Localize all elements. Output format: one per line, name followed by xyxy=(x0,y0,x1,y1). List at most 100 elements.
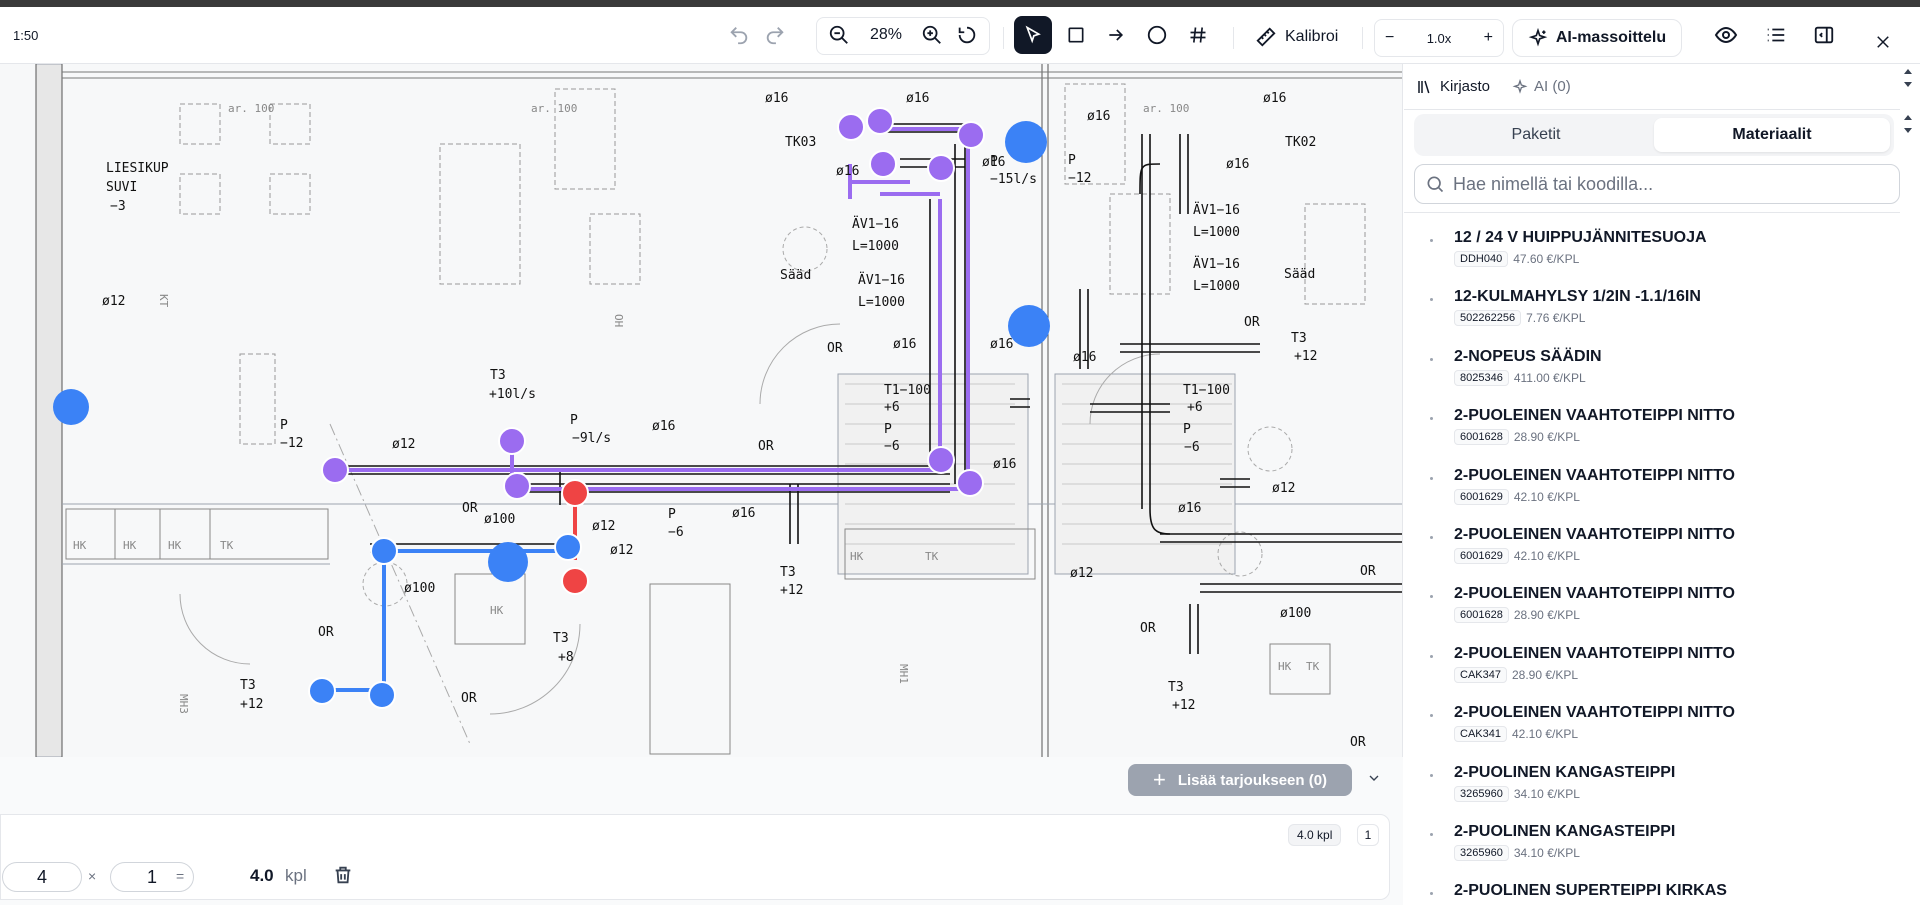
material-list-item[interactable]: 12 / 24 V HUIPPUJÄNNITESUOJA DDH040 47.60 … xyxy=(1404,213,1900,272)
svg-text:P: P xyxy=(990,154,998,169)
material-code: DDH040 xyxy=(1454,251,1509,267)
bullet xyxy=(1430,773,1433,777)
svg-text:ø100: ø100 xyxy=(1280,606,1311,621)
close-icon[interactable] xyxy=(1874,33,1892,56)
material-list-item[interactable]: 2-NOPEUS SÄÄDIN 8025346 411.00 €/KPL xyxy=(1404,332,1900,391)
material-name: 2-NOPEUS SÄÄDIN xyxy=(1454,347,1602,365)
svg-text:Sääd: Sääd xyxy=(780,268,811,283)
pointer-icon[interactable] xyxy=(1014,16,1052,54)
material-list-item[interactable]: 12-KULMAHYLSY 1/2IN -1.1/16IN 502262256 7.… xyxy=(1404,272,1900,331)
svg-text:HK: HK xyxy=(1278,660,1292,673)
material-list-item[interactable]: 2-PUOLINEN SUPERTEIPPI KIRKAS xyxy=(1404,866,1900,905)
calibrate-button[interactable]: Kalibroi xyxy=(1255,22,1338,52)
bullet xyxy=(1430,595,1433,599)
chevron-down-icon[interactable] xyxy=(1366,770,1382,791)
ai-takeoff-button[interactable]: AI-massoittelu xyxy=(1512,19,1682,57)
material-code: 8025346 xyxy=(1454,369,1509,386)
material-list-item[interactable]: 2-PUOLEINEN VAAHTOTEIPPI NITTO 6001628 28.… xyxy=(1404,569,1900,628)
svg-text:ÄV1−16: ÄV1−16 xyxy=(852,216,899,232)
scroll-arrows[interactable] xyxy=(1896,64,1920,144)
sparkle-icon xyxy=(1512,78,1528,94)
list-icon[interactable] xyxy=(1760,17,1792,53)
svg-text:ar. 100: ar. 100 xyxy=(1143,102,1189,115)
segment-packages[interactable]: Paketit xyxy=(1418,118,1654,152)
material-meta: 3265960 34.10 €/KPL xyxy=(1454,785,1580,802)
tab-ai-label: AI (0) xyxy=(1534,78,1571,95)
material-list-item[interactable]: 2-PUOLEINEN VAAHTOTEIPPI NITTO 6001628 28.… xyxy=(1404,391,1900,450)
material-list: 12 / 24 V HUIPPUJÄNNITESUOJA DDH040 47.60 … xyxy=(1404,212,1900,905)
material-name: 12-KULMAHYLSY 1/2IN -1.1/16IN xyxy=(1454,288,1701,306)
svg-text:T3: T3 xyxy=(553,631,569,646)
zoom-out-icon[interactable] xyxy=(824,17,854,53)
redo-icon[interactable] xyxy=(760,17,790,53)
svg-text:ÄV1−16: ÄV1−16 xyxy=(858,272,905,288)
bullet xyxy=(1430,476,1433,480)
ruler-icon xyxy=(1256,27,1276,47)
svg-text:HK: HK xyxy=(490,604,504,617)
svg-text:L=1000: L=1000 xyxy=(1193,225,1240,240)
drawing-canvas[interactable]: LIESIKUP SUVI −3 ø12 T3 +10l/s P −9l/s P… xyxy=(0,64,1403,757)
quantity-input[interactable]: 4 xyxy=(2,862,82,892)
material-list-item[interactable]: 2-PUOLEINEN VAAHTOTEIPPI NITTO CAK347 28.9… xyxy=(1404,629,1900,688)
material-price: 42.10 €/KPL xyxy=(1513,489,1580,504)
material-list-item[interactable]: 2-PUOLINEN KANGASTEIPPI 3265960 34.10 €/KP… xyxy=(1404,807,1900,866)
eye-icon[interactable] xyxy=(1710,17,1742,53)
search-icon xyxy=(1427,176,1444,193)
search-placeholder: Hae nimellä tai koodilla... xyxy=(1453,173,1654,194)
svg-text:P: P xyxy=(1068,153,1076,168)
svg-text:−6: −6 xyxy=(1184,440,1200,455)
divider xyxy=(1362,27,1363,49)
panel-icon[interactable] xyxy=(1808,17,1840,53)
quantity-badge: 4.0 kpl xyxy=(1288,824,1342,846)
material-meta: 6001628 28.90 €/KPL xyxy=(1454,429,1580,446)
tab-ai[interactable]: AI (0) xyxy=(1512,78,1571,95)
svg-text:ø16: ø16 xyxy=(1087,109,1110,124)
material-meta: CAK347 28.90 €/KPL xyxy=(1454,666,1578,683)
material-price: 7.76 €/KPL xyxy=(1526,311,1586,326)
svg-text:ø16: ø16 xyxy=(1263,91,1286,106)
trash-icon[interactable] xyxy=(332,864,354,891)
svg-text:+8: +8 xyxy=(558,650,574,665)
svg-text:ÄV1−16: ÄV1−16 xyxy=(1193,256,1240,272)
bullet xyxy=(1430,357,1433,361)
material-list-item[interactable]: 2-PUOLEINEN VAAHTOTEIPPI NITTO 6001629 42.… xyxy=(1404,510,1900,569)
circle-icon[interactable] xyxy=(1140,17,1174,53)
multiplier-minus-button[interactable]: − xyxy=(1385,29,1394,47)
undo-icon[interactable] xyxy=(724,17,754,53)
svg-text:OR: OR xyxy=(1140,621,1156,636)
segment-materials[interactable]: Materiaalit xyxy=(1654,118,1890,152)
svg-text:HK: HK xyxy=(73,539,87,552)
grid-icon[interactable] xyxy=(1181,17,1215,53)
svg-text:+12: +12 xyxy=(240,697,263,712)
svg-text:HK: HK xyxy=(168,539,182,552)
svg-text:P: P xyxy=(668,507,676,522)
svg-text:OR: OR xyxy=(461,691,477,706)
material-name: 2-PUOLINEN SUPERTEIPPI KIRKAS xyxy=(1454,882,1727,900)
count-badge: 1 xyxy=(1357,824,1379,846)
svg-text:ar. 100: ar. 100 xyxy=(228,102,274,115)
rectangle-icon[interactable] xyxy=(1059,17,1093,53)
svg-text:OR: OR xyxy=(462,501,478,516)
material-price: 28.90 €/KPL xyxy=(1513,608,1580,623)
svg-text:T1−100: T1−100 xyxy=(884,383,931,398)
arrow-icon[interactable] xyxy=(1099,17,1133,53)
material-name: 2-PUOLEINEN VAAHTOTEIPPI NITTO xyxy=(1454,466,1735,484)
svg-text:T3: T3 xyxy=(490,368,506,383)
reset-icon[interactable] xyxy=(952,17,982,53)
divider xyxy=(1003,27,1004,49)
svg-text:ø12: ø12 xyxy=(592,519,615,534)
material-list-item[interactable]: 2-PUOLINEN KANGASTEIPPI 3265960 34.10 €/KP… xyxy=(1404,748,1900,807)
material-code: 3265960 xyxy=(1454,844,1509,861)
multiplier-plus-button[interactable]: + xyxy=(1484,29,1493,47)
search-input[interactable]: Hae nimellä tai koodilla... xyxy=(1414,164,1900,204)
svg-text:ø16: ø16 xyxy=(836,164,859,179)
zoom-in-icon[interactable] xyxy=(917,17,947,53)
bullet xyxy=(1430,417,1433,421)
add-to-offer-button[interactable]: + Lisää tarjoukseen (0) xyxy=(1128,764,1352,796)
tab-library[interactable]: Kirjasto xyxy=(1416,78,1490,96)
svg-text:TK: TK xyxy=(220,539,234,552)
material-list-item[interactable]: 2-PUOLEINEN VAAHTOTEIPPI NITTO 6001629 42.… xyxy=(1404,451,1900,510)
material-list-item[interactable]: 2-PUOLEINEN VAAHTOTEIPPI NITTO CAK341 42.1… xyxy=(1404,688,1900,747)
svg-text:SUVI: SUVI xyxy=(106,180,137,195)
svg-text:P: P xyxy=(280,418,288,433)
